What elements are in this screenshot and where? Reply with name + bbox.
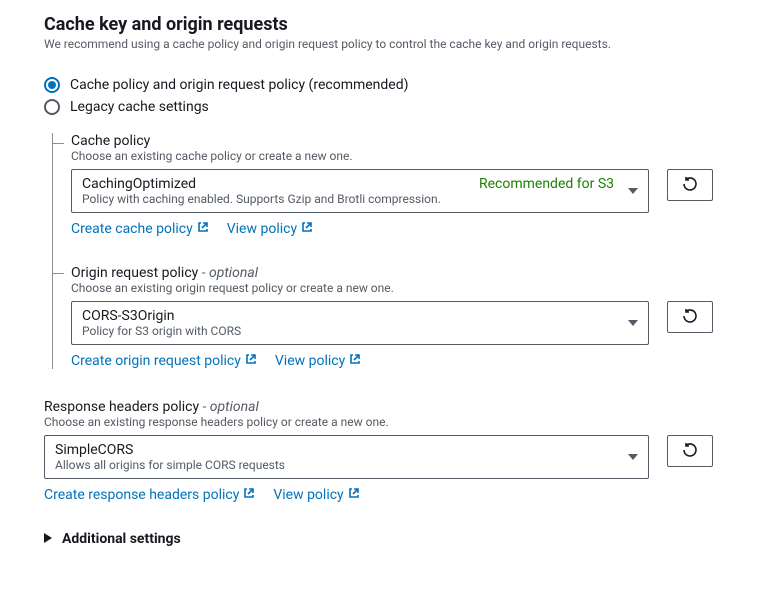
- optional-marker: - optional: [202, 265, 258, 281]
- refresh-icon: [682, 308, 698, 327]
- external-link-icon: [197, 221, 209, 237]
- radio-icon: [44, 77, 60, 93]
- cache-policy-title: Cache policy: [71, 133, 713, 149]
- create-response-headers-policy-link[interactable]: Create response headers policy: [44, 487, 255, 503]
- additional-settings-expander[interactable]: Additional settings: [44, 531, 713, 547]
- response-headers-policy-select[interactable]: SimpleCORS Allows all origins for simple…: [44, 435, 649, 479]
- section-description: We recommend using a cache policy and or…: [44, 37, 713, 51]
- origin-request-policy-select[interactable]: CORS-S3Origin Policy for S3 origin with …: [71, 301, 649, 345]
- field-title-text: Origin request policy: [71, 265, 198, 281]
- response-headers-policy-selected-value: SimpleCORS: [55, 442, 133, 458]
- caret-down-icon: [628, 320, 638, 326]
- origin-request-policy-selected-desc: Policy for S3 origin with CORS: [82, 324, 614, 338]
- origin-request-policy-selected-value: CORS-S3Origin: [82, 308, 175, 324]
- cache-mode-radio-group: Cache policy and origin request policy (…: [44, 77, 713, 115]
- optional-marker: - optional: [203, 399, 259, 415]
- cache-policy-field: Cache policy Choose an existing cache po…: [71, 133, 713, 237]
- response-headers-policy-field: Response headers policy - optional Choos…: [44, 399, 713, 503]
- view-response-headers-policy-link[interactable]: View policy: [273, 487, 359, 503]
- caret-down-icon: [628, 188, 638, 194]
- external-link-icon: [245, 353, 257, 369]
- external-link-icon: [348, 487, 360, 503]
- link-label: Create response headers policy: [44, 487, 239, 503]
- field-title-text: Response headers policy: [44, 399, 199, 415]
- create-origin-request-policy-link[interactable]: Create origin request policy: [71, 353, 257, 369]
- caret-down-icon: [628, 454, 638, 460]
- cache-policy-hint: Choose an existing cache policy or creat…: [71, 149, 713, 163]
- external-link-icon: [301, 221, 313, 237]
- link-label: View policy: [275, 353, 345, 369]
- origin-request-policy-hint: Choose an existing origin request policy…: [71, 281, 713, 295]
- radio-label: Legacy cache settings: [70, 99, 209, 115]
- refresh-button[interactable]: [667, 301, 713, 333]
- view-origin-request-policy-link[interactable]: View policy: [275, 353, 361, 369]
- refresh-icon: [682, 442, 698, 461]
- radio-option-recommended[interactable]: Cache policy and origin request policy (…: [44, 77, 713, 93]
- external-link-icon: [349, 353, 361, 369]
- link-label: Create cache policy: [71, 221, 193, 237]
- cache-policy-selected-desc: Policy with caching enabled. Supports Gz…: [82, 192, 614, 206]
- origin-request-policy-title: Origin request policy - optional: [71, 265, 713, 281]
- refresh-icon: [682, 176, 698, 195]
- radio-option-legacy[interactable]: Legacy cache settings: [44, 99, 713, 115]
- external-link-icon: [243, 487, 255, 503]
- expander-label: Additional settings: [62, 531, 181, 547]
- refresh-button[interactable]: [667, 169, 713, 201]
- response-headers-policy-hint: Choose an existing response headers poli…: [44, 415, 713, 429]
- link-label: View policy: [273, 487, 343, 503]
- create-cache-policy-link[interactable]: Create cache policy: [71, 221, 209, 237]
- origin-request-policy-field: Origin request policy - optional Choose …: [71, 265, 713, 369]
- view-cache-policy-link[interactable]: View policy: [227, 221, 313, 237]
- policies-subsection: Cache policy Choose an existing cache po…: [52, 133, 713, 369]
- radio-label: Cache policy and origin request policy (…: [70, 77, 409, 93]
- caret-right-icon: [44, 531, 52, 547]
- link-label: Create origin request policy: [71, 353, 241, 369]
- section-title: Cache key and origin requests: [44, 14, 713, 35]
- cache-policy-select[interactable]: CachingOptimized Recommended for S3 Poli…: [71, 169, 649, 213]
- radio-icon: [44, 99, 60, 115]
- link-label: View policy: [227, 221, 297, 237]
- cache-policy-selected-value: CachingOptimized: [82, 176, 196, 192]
- response-headers-policy-title: Response headers policy - optional: [44, 399, 713, 415]
- refresh-button[interactable]: [667, 435, 713, 467]
- recommended-badge: Recommended for S3: [479, 176, 614, 192]
- response-headers-policy-selected-desc: Allows all origins for simple CORS reque…: [55, 458, 614, 472]
